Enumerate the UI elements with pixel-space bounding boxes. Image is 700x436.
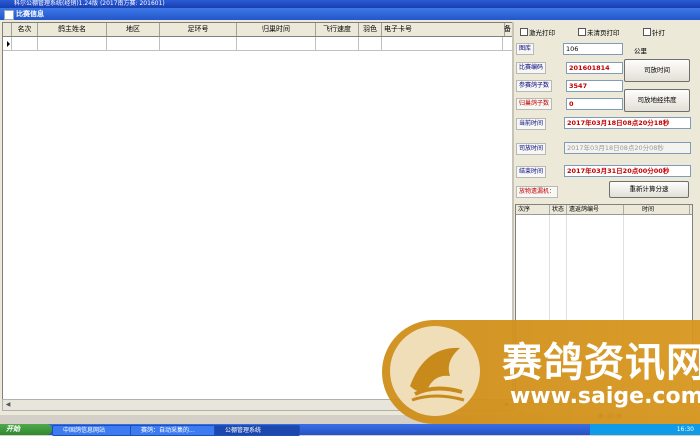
release-coords-button[interactable]: 司放地经纬度 (624, 89, 690, 112)
grid-cell (160, 37, 237, 50)
current-time-label: 当前时间 (516, 118, 547, 130)
entries-count-label: 参赛鸽子数 (516, 80, 553, 92)
window-title: 科尔公棚管理系统(经销)1.24版 (2017南方赛: 201601) (14, 0, 165, 7)
log-col-order[interactable]: 次序 (516, 205, 550, 214)
col-ring-number[interactable]: 足环号 (160, 23, 237, 36)
release-time-button[interactable]: 司放时间 (624, 59, 690, 82)
recalc-speed-button[interactable]: 重新计算分速 (609, 181, 689, 198)
col-color[interactable]: 羽色 (359, 23, 382, 36)
scroll-left-icon[interactable]: ◀ (3, 400, 13, 410)
system-tray: 16:30 (590, 424, 700, 435)
col-chip-number[interactable]: 电子卡号 (382, 23, 505, 36)
returned-count-label: 归巢鸽子数 (516, 98, 553, 110)
col-speed[interactable]: 飞行速度 (316, 23, 359, 36)
site-watermark: 赛鸽资讯网 www.saige.com (382, 320, 700, 424)
end-time-field[interactable]: 2017年03月31日20点00分00秒 (564, 165, 691, 177)
log-header: 次序 状态 遗返鸽编号 时间 (516, 205, 692, 215)
task-item[interactable]: 赛鸽：自动采集的... (130, 425, 220, 436)
pigeon-logo (390, 326, 480, 416)
unit-label: 公里 (634, 47, 647, 55)
pin-print-label: 针打 (652, 29, 665, 37)
pigeon-logo-graphic (410, 347, 465, 402)
grid-header: 名次 鸽主姓名 地区 足环号 归巢时间 飞行速度 羽色 电子卡号 备 (3, 23, 512, 37)
current-time-field: 2017年03月18日08点20分18秒 (564, 117, 691, 129)
form-icon (4, 10, 14, 20)
col-region[interactable]: 地区 (107, 23, 160, 36)
window-title-bar: 科尔公棚管理系统(经销)1.24版 (2017南方赛: 201601) (0, 0, 700, 8)
watermark-text: 赛鸽资讯网 (502, 340, 700, 386)
watermark-url: www.saige.com (510, 384, 700, 409)
grid-cell (3, 37, 12, 50)
end-time-label: 结束时间 (516, 166, 547, 178)
col-owner-name[interactable]: 鸽主姓名 (38, 23, 107, 36)
laser-print-label: 激光打印 (529, 29, 555, 37)
clock: 16:30 (676, 426, 694, 433)
col-return-time[interactable]: 归巢时间 (237, 23, 316, 36)
no-blank-print-label: 未清页打印 (587, 29, 620, 37)
entries-count-field[interactable]: 3547 (566, 80, 623, 92)
mdi-title-bar: 比赛信息 (0, 8, 700, 20)
grid-cell (38, 37, 107, 50)
task-item[interactable]: 中国鸽信息网站 (52, 425, 136, 436)
grid-cell (12, 37, 38, 50)
log-col-ring[interactable]: 遗返鸽编号 (567, 205, 624, 214)
col-rank[interactable]: 名次 (12, 23, 38, 36)
taskbar: 开始 中国鸽信息网站 赛鸽：自动采集的... 公棚管理系统 16:30 (0, 424, 700, 436)
no-blank-print-checkbox[interactable] (578, 28, 586, 36)
release-time-label: 司放时间 (516, 143, 547, 155)
nest-label: 图库 (516, 43, 535, 55)
log-col-status[interactable]: 状态 (550, 205, 567, 214)
distance-input[interactable]: 106 (563, 43, 623, 55)
grid-cell (382, 37, 503, 50)
grid-cell (107, 37, 160, 50)
start-button[interactable]: 开始 (0, 424, 52, 435)
race-code-label: 比赛编码 (516, 62, 547, 74)
mdi-title: 比赛信息 (16, 10, 44, 18)
grid-corner (3, 23, 12, 36)
reader-label: 放物遗漏机： (516, 186, 559, 198)
pin-print-checkbox[interactable] (643, 28, 651, 36)
laser-print-checkbox[interactable] (520, 28, 528, 36)
race-code-field[interactable]: 201601814 (566, 62, 623, 74)
grid-cell (316, 37, 359, 50)
task-item-active[interactable]: 公棚管理系统 (214, 425, 300, 436)
grid-cell (237, 37, 316, 50)
release-time-field[interactable]: 2017年03月18日08点20分08秒 (564, 142, 691, 154)
returned-count-field[interactable]: 0 (566, 98, 623, 110)
grid-cell (359, 37, 382, 50)
log-col-time[interactable]: 时间 (624, 205, 690, 214)
table-row[interactable] (3, 37, 512, 51)
